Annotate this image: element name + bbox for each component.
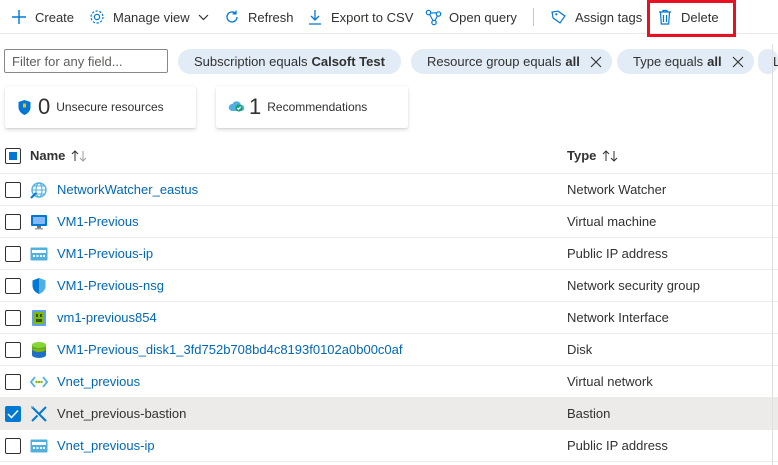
create-button[interactable]: Create bbox=[10, 2, 74, 32]
subscription-filter-label: Subscription equals bbox=[194, 54, 308, 69]
table-row[interactable]: NetworkWatcher_eastus Network Watcher bbox=[0, 174, 778, 206]
name-column-header[interactable]: Name bbox=[30, 148, 87, 163]
public-ip-icon bbox=[29, 436, 49, 456]
resource-group-filter-label: Resource group equals bbox=[427, 54, 562, 69]
advisor-cloud-icon bbox=[228, 99, 246, 115]
vertical-scrollbar[interactable] bbox=[772, 44, 778, 465]
recommendations-count: 1 bbox=[249, 94, 262, 119]
resource-group-filter-pill[interactable]: Resource group equals all bbox=[411, 49, 612, 74]
row-checkbox[interactable] bbox=[5, 245, 21, 262]
resource-type: Bastion bbox=[567, 406, 611, 421]
chevron-down-icon bbox=[198, 14, 209, 21]
manage-view-label: Manage view bbox=[113, 9, 190, 25]
sort-icon[interactable] bbox=[602, 149, 618, 162]
row-checkbox[interactable] bbox=[5, 181, 21, 198]
subscription-filter-value: Calsoft Test bbox=[311, 54, 385, 69]
table-row[interactable]: VM1-Previous-nsg Network security group bbox=[0, 270, 778, 302]
resource-name-link[interactable]: Vnet_previous-bastion bbox=[57, 406, 186, 421]
refresh-icon bbox=[223, 8, 241, 26]
resource-name-link[interactable]: VM1-Previous_disk1_3fd752b708bd4c8193f01… bbox=[57, 342, 403, 357]
table-row[interactable]: VM1-Previous-ip Public IP address bbox=[0, 238, 778, 270]
refresh-label: Refresh bbox=[248, 9, 294, 25]
network-watcher-icon bbox=[29, 180, 49, 200]
resource-name-link[interactable]: NetworkWatcher_eastus bbox=[57, 182, 198, 197]
filter-input[interactable] bbox=[4, 49, 168, 73]
create-label: Create bbox=[35, 9, 75, 25]
resource-type: Public IP address bbox=[567, 438, 668, 453]
close-icon[interactable] bbox=[732, 56, 744, 68]
delete-highlight-box bbox=[647, 0, 736, 37]
resource-name-link[interactable]: Vnet_previous-ip bbox=[57, 438, 155, 453]
row-checkbox[interactable] bbox=[5, 405, 21, 422]
type-header-label: Type bbox=[567, 148, 597, 163]
row-checkbox[interactable] bbox=[5, 341, 21, 358]
query-icon bbox=[424, 8, 442, 26]
summary-cards: 0 Unsecure resources 1 Recommendations bbox=[0, 84, 778, 132]
assign-tags-label: Assign tags bbox=[575, 9, 643, 25]
resource-type: Disk bbox=[567, 342, 593, 357]
resource-type: Network security group bbox=[567, 278, 700, 293]
unsecure-count: 0 bbox=[38, 94, 51, 119]
resource-name-link[interactable]: VM1-Previous-ip bbox=[57, 246, 153, 261]
manage-view-button[interactable]: Manage view bbox=[88, 2, 209, 32]
plus-icon bbox=[10, 8, 28, 26]
resource-name-link[interactable]: Vnet_previous bbox=[57, 374, 140, 389]
row-checkbox[interactable] bbox=[5, 373, 21, 390]
sort-icon[interactable] bbox=[71, 149, 87, 162]
table-row[interactable]: Vnet_previous-ip Public IP address bbox=[0, 430, 778, 462]
row-checkbox[interactable] bbox=[5, 213, 21, 230]
public-ip-icon bbox=[29, 244, 49, 264]
virtual-machine-icon bbox=[29, 212, 49, 232]
table-row[interactable]: vm1-previous854 Network Interface bbox=[0, 302, 778, 334]
resource-type: Network Watcher bbox=[567, 182, 667, 197]
nsg-shield-icon bbox=[29, 276, 49, 296]
export-csv-label: Export to CSV bbox=[331, 9, 414, 25]
resource-group-filter-value: all bbox=[565, 54, 580, 69]
resource-name-link[interactable]: vm1-previous854 bbox=[57, 310, 157, 325]
unsecure-resources-card[interactable]: 0 Unsecure resources bbox=[5, 86, 196, 128]
type-filter-pill[interactable]: Type equals all bbox=[617, 49, 754, 74]
recommendations-label: Recommendations bbox=[267, 100, 368, 114]
refresh-button[interactable]: Refresh bbox=[223, 2, 294, 32]
subscription-filter-pill[interactable]: Subscription equals Calsoft Test bbox=[178, 49, 401, 74]
type-filter-value: all bbox=[707, 54, 722, 69]
name-header-label: Name bbox=[30, 148, 66, 163]
checkmark-icon bbox=[7, 409, 19, 419]
type-filter-label: Type equals bbox=[633, 54, 704, 69]
security-shield-icon bbox=[17, 99, 32, 116]
resource-type: Virtual network bbox=[567, 374, 653, 389]
table-row[interactable]: VM1-Previous Virtual machine bbox=[0, 206, 778, 238]
virtual-network-icon bbox=[29, 372, 49, 392]
unsecure-label: Unsecure resources bbox=[56, 100, 164, 114]
close-icon[interactable] bbox=[590, 56, 602, 68]
resource-name-link[interactable]: VM1-Previous-nsg bbox=[57, 278, 164, 293]
resource-type: Network Interface bbox=[567, 310, 669, 325]
table-row[interactable]: VM1-Previous_disk1_3fd752b708bd4c8193f01… bbox=[0, 334, 778, 366]
row-checkbox[interactable] bbox=[5, 277, 21, 294]
bastion-icon bbox=[29, 404, 49, 424]
open-query-label: Open query bbox=[449, 9, 517, 25]
disk-icon bbox=[29, 340, 49, 360]
filter-bar: Subscription equals Calsoft Test Resourc… bbox=[0, 44, 778, 80]
table-row[interactable]: Vnet_previous-bastion Bastion bbox=[0, 398, 778, 430]
resource-name-link[interactable]: VM1-Previous bbox=[57, 214, 139, 229]
gear-icon bbox=[88, 8, 106, 26]
open-query-button[interactable]: Open query bbox=[424, 2, 517, 32]
type-column-header[interactable]: Type bbox=[567, 148, 618, 163]
export-csv-button[interactable]: Export to CSV bbox=[306, 2, 413, 32]
recommendations-card[interactable]: 1 Recommendations bbox=[216, 86, 408, 128]
toolbar-divider bbox=[533, 8, 534, 26]
table-row[interactable]: Vnet_previous Virtual network bbox=[0, 366, 778, 398]
download-icon bbox=[306, 8, 324, 26]
network-interface-icon bbox=[29, 308, 49, 328]
assign-tags-button[interactable]: Assign tags bbox=[550, 2, 642, 32]
row-checkbox[interactable] bbox=[5, 309, 21, 326]
tag-icon bbox=[550, 8, 568, 26]
select-all-checkbox[interactable] bbox=[5, 148, 21, 164]
grid-header-row: Name Type bbox=[0, 138, 778, 174]
resource-type: Public IP address bbox=[567, 246, 668, 261]
row-checkbox[interactable] bbox=[5, 437, 21, 454]
resource-type: Virtual machine bbox=[567, 214, 657, 229]
